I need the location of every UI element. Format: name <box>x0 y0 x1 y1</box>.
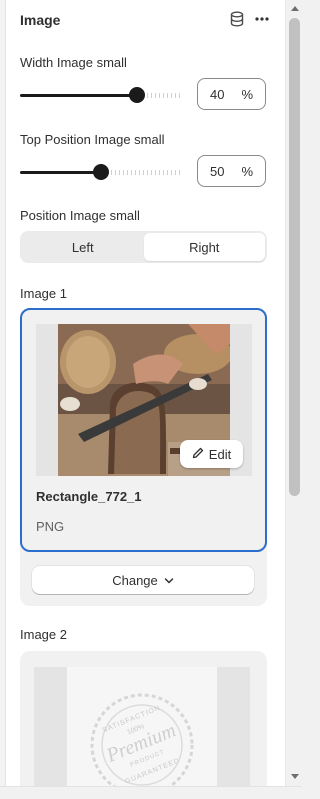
top-position-label: Top Position Image small <box>20 132 165 147</box>
panel-left-rail <box>0 0 6 799</box>
top-position-slider-rest <box>111 170 182 175</box>
change-label: Change <box>112 572 158 588</box>
top-position-input[interactable]: 50 % <box>197 155 266 187</box>
vertical-scrollbar[interactable] <box>285 0 302 799</box>
position-option-left[interactable]: Left <box>22 233 144 261</box>
image1-thumbnail[interactable]: Edit <box>36 324 252 476</box>
pencil-icon <box>192 447 204 462</box>
position-segmented-control: Left Right <box>20 231 267 263</box>
width-value[interactable]: 40 <box>210 87 241 102</box>
width-unit: % <box>241 86 253 102</box>
image1-label: Image 1 <box>20 286 67 301</box>
bottom-strip <box>0 786 302 799</box>
header-actions <box>230 11 270 30</box>
image2-card: SATISFACTION 100% Premium PRODUCT GUARAN… <box>20 651 267 799</box>
edit-image-button[interactable]: Edit <box>180 440 243 468</box>
chevron-down-icon <box>164 573 174 588</box>
scroll-down-icon[interactable] <box>291 774 299 779</box>
edit-label: Edit <box>208 446 232 462</box>
scrollbar-thumb[interactable] <box>289 18 300 496</box>
image1-file-type: PNG <box>36 519 65 534</box>
image1-file-name: Rectangle_772_1 <box>36 489 142 504</box>
image2-thumbnail[interactable]: SATISFACTION 100% Premium PRODUCT GUARAN… <box>34 667 250 799</box>
top-position-unit: % <box>241 163 253 179</box>
change-image-button[interactable]: Change <box>32 566 254 594</box>
more-horizontal-icon[interactable] <box>254 11 270 30</box>
position-label: Position Image small <box>20 208 140 223</box>
width-slider-rest <box>147 93 182 98</box>
panel-title: Image <box>20 12 61 28</box>
width-input[interactable]: 40 % <box>197 78 266 110</box>
image2-label: Image 2 <box>20 627 67 642</box>
top-position-slider-fill <box>20 171 101 174</box>
width-label: Width Image small <box>20 55 127 70</box>
database-icon[interactable] <box>230 11 244 30</box>
top-position-value[interactable]: 50 <box>210 164 241 179</box>
seal-image: SATISFACTION 100% Premium PRODUCT GUARAN… <box>67 667 217 799</box>
top-position-slider-handle[interactable] <box>93 164 109 180</box>
image-settings-panel: Image Width Image small 40 % Top Positio… <box>0 0 285 799</box>
image1-selected-frame[interactable]: Edit Rectangle_772_1 PNG <box>20 308 267 552</box>
scroll-up-icon[interactable] <box>291 6 299 11</box>
top-position-slider[interactable] <box>20 162 182 182</box>
width-slider[interactable] <box>20 85 182 105</box>
width-slider-fill <box>20 94 137 97</box>
image1-card: Edit Rectangle_772_1 PNG Change <box>20 308 267 606</box>
width-slider-handle[interactable] <box>129 87 145 103</box>
panel-header: Image <box>20 10 270 30</box>
position-option-right[interactable]: Right <box>143 233 265 261</box>
